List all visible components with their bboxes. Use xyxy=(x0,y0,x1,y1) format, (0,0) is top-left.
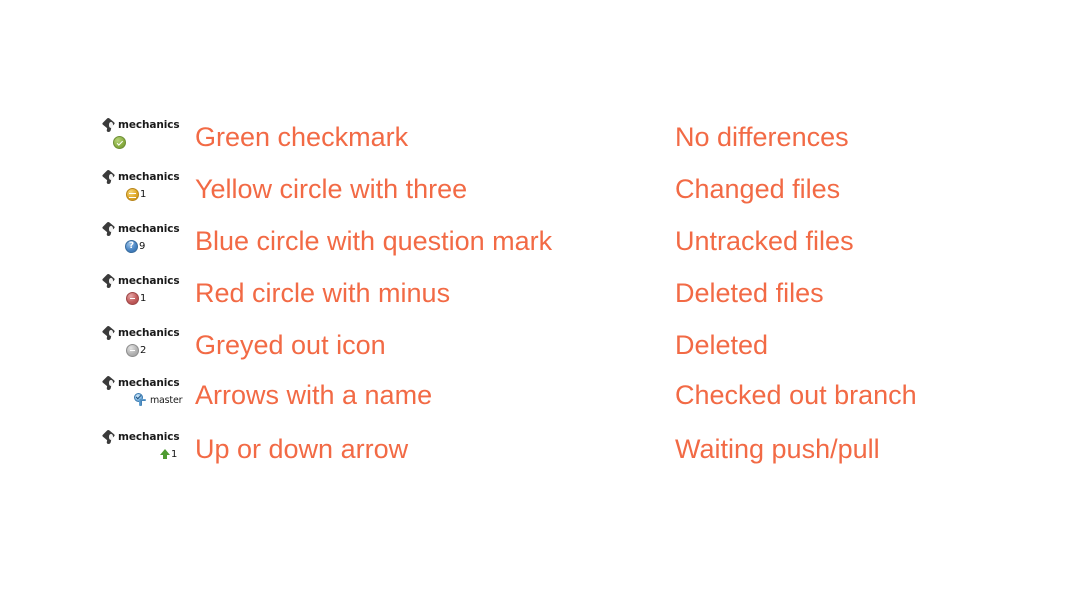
icon-description: Green checkmark xyxy=(195,122,409,152)
repo-name-label: mechanics xyxy=(118,274,180,287)
table-row: mechanics 9 Blue circle with question ma… xyxy=(0,221,1068,274)
icon-legend-table: mechanics Green checkmark No differences… xyxy=(0,0,1068,600)
repo-icon-cell: mechanics xyxy=(101,117,193,162)
repo-label-line: mechanics xyxy=(101,325,193,340)
badge-count-label: 2 xyxy=(140,344,147,356)
yellow-circle-badge-icon xyxy=(126,187,139,201)
repo-label-line: mechanics xyxy=(101,169,193,184)
badge-count-label: 1 xyxy=(140,188,147,200)
icon-description: Blue circle with question mark xyxy=(195,226,553,256)
repo-icon-cell: mechanics 9 xyxy=(101,221,193,266)
icon-description: Yellow circle with three xyxy=(195,174,468,204)
red-minus-badge-icon xyxy=(126,291,139,305)
icon-meaning: Checked out branch xyxy=(675,380,917,410)
status-badge-line: 1 xyxy=(103,186,193,202)
repo-label-line: mechanics xyxy=(101,117,193,132)
mercurial-repo-icon xyxy=(101,169,116,184)
status-badge-line: master xyxy=(103,392,193,408)
repo-label-line: mechanics xyxy=(101,221,193,236)
green-checkmark-badge-icon xyxy=(113,135,126,149)
repo-name-label: mechanics xyxy=(118,170,180,183)
icon-description: Arrows with a name xyxy=(195,380,433,410)
badge-count-label: 1 xyxy=(140,292,147,304)
status-badge-line: 2 xyxy=(103,342,193,358)
repo-icon-cell: mechanics 1 xyxy=(101,273,193,318)
repo-name-label: mechanics xyxy=(118,222,180,235)
repo-icon-cell: mechanics master xyxy=(101,375,193,420)
icon-meaning: Changed files xyxy=(675,174,841,204)
table-row: mechanics 2 Greyed out icon Deleted xyxy=(0,325,1068,378)
status-badge-line: 1 xyxy=(103,290,193,306)
repo-icon-cell: mechanics 1 xyxy=(101,429,193,474)
branch-arrows-icon xyxy=(134,393,148,407)
table-row: mechanics Green checkmark No differences xyxy=(0,117,1068,170)
mercurial-repo-icon xyxy=(101,221,116,236)
status-badge-line: 1 xyxy=(103,446,193,462)
table-row: mechanics 1 Red circle with minus Delete… xyxy=(0,273,1068,326)
icon-meaning: Untracked files xyxy=(675,226,854,256)
repo-icon-cell: mechanics 2 xyxy=(101,325,193,370)
icon-description: Greyed out icon xyxy=(195,330,386,360)
grey-minus-badge-icon xyxy=(126,343,139,357)
icon-meaning: Waiting push/pull xyxy=(675,434,880,464)
table-row: mechanics 1 Up or down arrow Waiting pus… xyxy=(0,429,1068,482)
mercurial-repo-icon xyxy=(101,325,116,340)
icon-description: Red circle with minus xyxy=(195,278,451,308)
branch-name-label: master xyxy=(150,394,183,406)
blue-question-mark-badge-icon xyxy=(125,239,138,253)
repo-name-label: mechanics xyxy=(118,430,180,443)
icon-meaning: Deleted files xyxy=(675,278,824,308)
mercurial-repo-icon xyxy=(101,429,116,444)
badge-count-label: 1 xyxy=(171,448,178,460)
repo-name-label: mechanics xyxy=(118,118,180,131)
mercurial-repo-icon xyxy=(101,117,116,132)
repo-label-line: mechanics xyxy=(101,429,193,444)
icon-meaning: Deleted xyxy=(675,330,769,360)
green-up-arrow-icon xyxy=(159,448,170,461)
mercurial-repo-icon xyxy=(101,375,116,390)
table-row: mechanics 1 Yellow circle with three Cha… xyxy=(0,169,1068,222)
table-row: mechanics master Arrows with a name Chec… xyxy=(0,375,1068,428)
repo-icon-cell: mechanics 1 xyxy=(101,169,193,214)
badge-count-label: 9 xyxy=(139,240,146,252)
repo-name-label: mechanics xyxy=(118,376,180,389)
status-badge-line xyxy=(103,134,193,150)
repo-label-line: mechanics xyxy=(101,273,193,288)
repo-name-label: mechanics xyxy=(118,326,180,339)
mercurial-repo-icon xyxy=(101,273,116,288)
icon-description: Up or down arrow xyxy=(195,434,409,464)
repo-label-line: mechanics xyxy=(101,375,193,390)
icon-meaning: No differences xyxy=(675,122,849,152)
status-badge-line: 9 xyxy=(103,238,193,254)
